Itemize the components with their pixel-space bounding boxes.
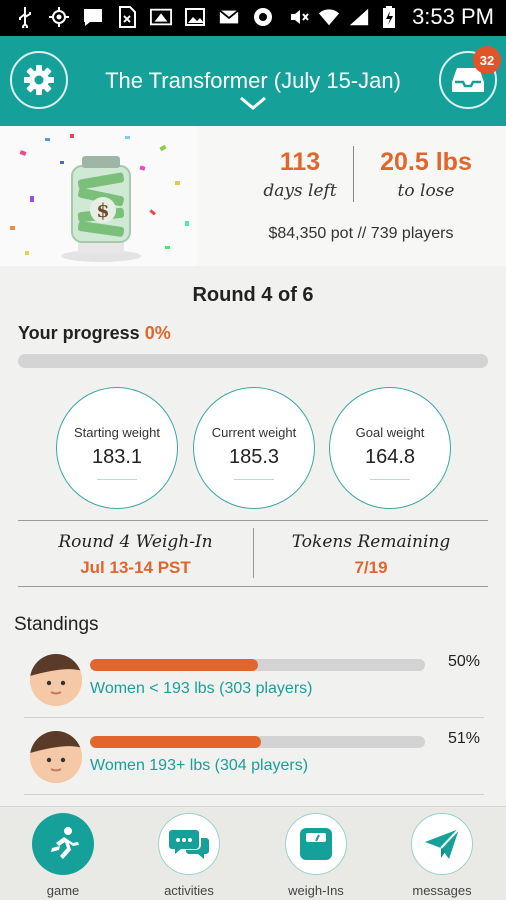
signal-icon: [348, 6, 370, 28]
notification-icons: [14, 6, 274, 28]
nav-activities[interactable]: activities: [139, 813, 239, 898]
usb-icon: [14, 6, 36, 28]
money-jar-image: $: [0, 126, 198, 266]
chat-bubbles-icon: [169, 830, 209, 859]
app-notification-icon: [252, 6, 274, 28]
weigh-in-info[interactable]: Round 4 Weigh-In Jul 13-14 PST: [18, 520, 253, 586]
standing-progress-bar: [90, 659, 425, 671]
avatar: [30, 731, 82, 783]
gmail-icon: [218, 6, 240, 28]
current-weight-value: 185.3: [228, 446, 280, 468]
progress-heading: Your progress 0%: [18, 323, 171, 344]
standing-group-name[interactable]: Women < 193 lbs (303 players): [90, 680, 312, 698]
mute-icon: [288, 6, 310, 28]
weigh-in-label: Round 4 Weigh-In: [58, 532, 213, 552]
divider: [24, 794, 484, 795]
game-summary: $ 113 days left 20.5 lbs to lose $84,350…: [0, 126, 506, 266]
nav-game[interactable]: game: [13, 813, 113, 898]
nav-messages[interactable]: messages: [392, 813, 492, 898]
runner-icon: [51, 827, 79, 859]
nav-messages-label: messages: [412, 883, 472, 898]
paper-plane-icon: [425, 828, 460, 859]
standings-heading: Standings: [14, 614, 99, 635]
days-left-value: 113: [279, 148, 321, 176]
standing-percent: 51%: [447, 730, 480, 747]
starting-weight-label: Starting weight: [74, 425, 160, 440]
standing-progress-bar: [90, 736, 425, 748]
goal-weight-label: Goal weight: [355, 425, 425, 440]
gps-icon: [48, 6, 70, 28]
game-title[interactable]: The Transformer (July 15-Jan): [0, 68, 506, 94]
tokens-label: Tokens Remaining: [291, 532, 451, 552]
battery-icon: [378, 6, 400, 28]
nav-activities-circle: [158, 813, 220, 875]
goal-weight-card: Goal weight 164.8: [329, 387, 451, 509]
standing-progress-fill: [90, 736, 261, 748]
divider: [97, 479, 137, 480]
inbox-count-badge: 32: [473, 46, 501, 74]
scale-icon: [300, 828, 332, 860]
current-weight-label: Current weight: [211, 425, 297, 440]
clock: 3:53 PM: [412, 4, 494, 29]
to-lose-stat: 20.5 lbs to lose: [360, 148, 492, 201]
image-icon: [184, 6, 206, 28]
current-weight-card[interactable]: Current weight 185.3: [193, 387, 315, 509]
inbox-button[interactable]: 32: [439, 46, 501, 109]
standing-row[interactable]: 50% Women < 193 lbs (303 players): [24, 650, 484, 722]
chevron-down-icon[interactable]: [239, 96, 267, 110]
to-lose-label: to lose: [397, 181, 455, 201]
status-bar: 3:53 PM: [0, 0, 506, 36]
tokens-info[interactable]: Tokens Remaining 7/19: [254, 520, 488, 586]
stat-divider: [353, 146, 354, 202]
avatar: [30, 654, 82, 706]
weigh-in-dates: Jul 13-14 PST: [80, 558, 191, 577]
standing-progress-fill: [90, 659, 258, 671]
system-icons: 3:53 PM: [288, 4, 494, 30]
nav-weigh-ins[interactable]: weigh-Ins: [266, 813, 366, 898]
goal-weight-value: 164.8: [364, 446, 416, 468]
wifi-icon: [318, 6, 340, 28]
progress-percent: 0%: [144, 323, 171, 343]
progress-bar: [18, 354, 488, 368]
bottom-navigation: game activities weigh-Ins messages: [0, 806, 506, 900]
app-header: The Transformer (July 15-Jan) 32: [0, 36, 506, 126]
nav-weigh-ins-label: weigh-Ins: [288, 883, 344, 898]
pot-summary: $84,350 pot // 739 players: [268, 225, 454, 242]
round-title: Round 4 of 6: [192, 284, 314, 306]
nav-messages-circle: [411, 813, 473, 875]
divider: [24, 717, 484, 718]
to-lose-value: 20.5 lbs: [380, 148, 472, 176]
nav-weigh-ins-circle: [285, 813, 347, 875]
days-left-label: days left: [263, 181, 337, 201]
standing-percent: 50%: [447, 653, 480, 670]
tokens-value: 7/19: [354, 558, 388, 577]
starting-weight-card: Starting weight 183.1: [56, 387, 178, 509]
days-left-stat: 113 days left: [252, 148, 348, 201]
sim-icon: [116, 6, 138, 28]
nav-activities-label: activities: [164, 883, 214, 898]
divider: [234, 479, 274, 480]
message-icon: [82, 6, 104, 28]
divider: [18, 586, 488, 587]
divider: [370, 479, 410, 480]
svg-text:$: $: [96, 200, 109, 222]
starting-weight-value: 183.1: [91, 446, 143, 468]
standing-group-name[interactable]: Women 193+ lbs (304 players): [90, 757, 308, 775]
standing-row[interactable]: 51% Women 193+ lbs (304 players): [24, 727, 484, 799]
progress-label: Your progress: [18, 323, 140, 343]
eject-icon: [150, 6, 172, 28]
nav-game-label: game: [46, 883, 80, 898]
nav-game-circle: [32, 813, 94, 875]
